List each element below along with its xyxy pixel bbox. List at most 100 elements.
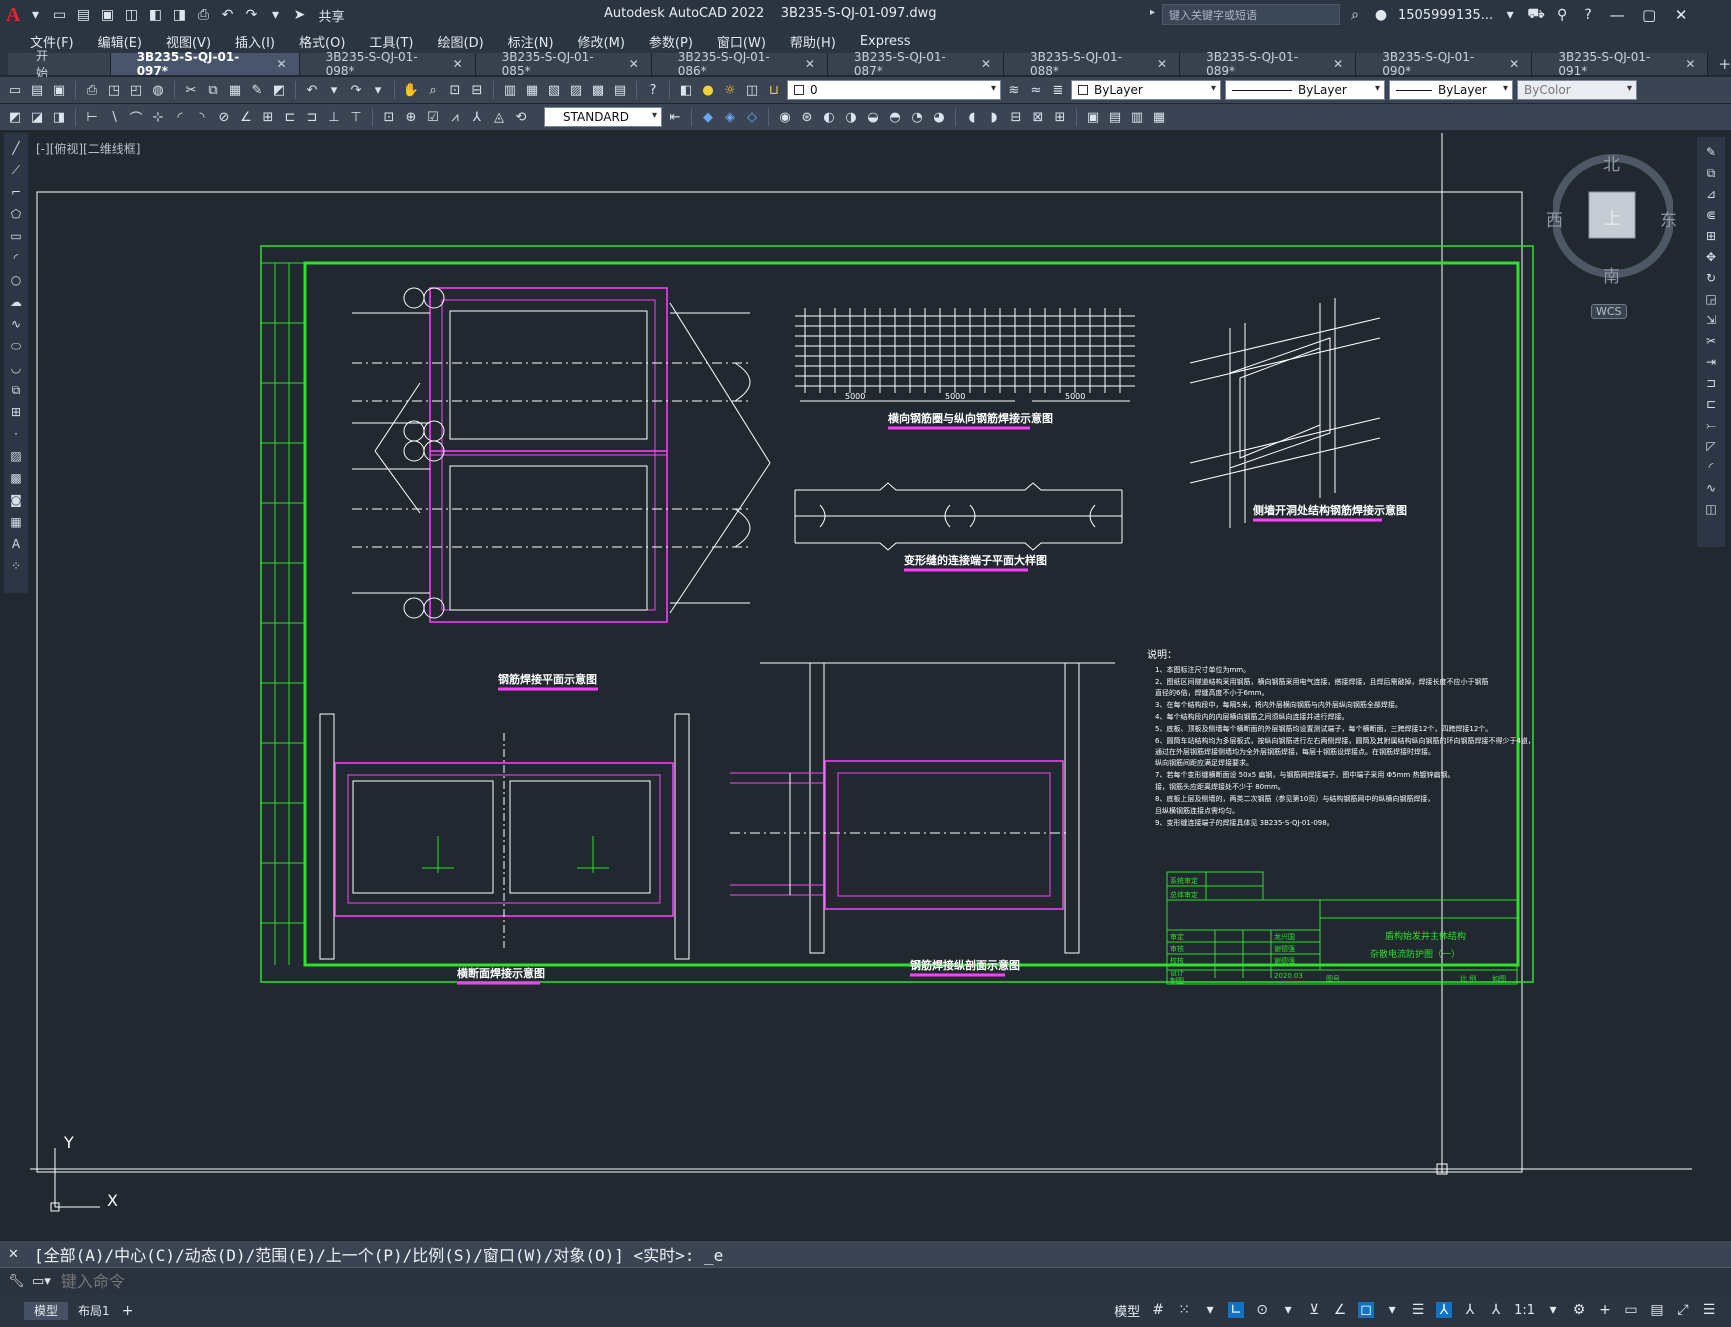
viewcube-east[interactable]: 东 (1660, 206, 1677, 231)
new-tab-icon[interactable]: + (1718, 55, 1731, 73)
drawing-viewport[interactable]: Y X 钢筋焊接平面示意图 5000 5000 5000 横向钢筋圈与纵向钢筋焊… (30, 133, 1692, 1231)
gradient-icon[interactable]: ▩ (7, 469, 25, 487)
copy-icon[interactable]: ⧉ (204, 81, 222, 99)
open-web-icon[interactable]: ◧ (146, 6, 164, 24)
diameter-icon[interactable]: ⊘ (215, 108, 233, 126)
color-dropdown[interactable]: ByLayer ▾ (1071, 80, 1221, 100)
tool-icon[interactable]: ◕ (930, 108, 948, 126)
command-prompt-icon[interactable]: ▭▾ (32, 1274, 51, 1289)
hatch-icon[interactable]: ▨ (7, 447, 25, 465)
text-style-dropdown[interactable]: STANDARD ▾ (544, 107, 662, 127)
spline-icon[interactable]: ∿ (7, 315, 25, 333)
tolerance-icon[interactable]: ⊡ (380, 108, 398, 126)
user-icon[interactable]: ● (1372, 6, 1390, 24)
dropdown-arrow-icon[interactable]: ▾ (26, 6, 44, 24)
line-icon[interactable]: ╱ (7, 139, 25, 157)
customize-arrow-icon[interactable]: ▾ (266, 6, 284, 24)
minimize-icon[interactable]: — (1605, 6, 1629, 24)
3d-print-icon[interactable]: ◍ (149, 81, 167, 99)
search-expand-icon[interactable]: ▸ (1150, 7, 1155, 18)
zoom-previous-icon[interactable]: ⊟ (468, 81, 486, 99)
tab-close-icon[interactable]: ✕ (277, 57, 287, 71)
help-icon[interactable]: ? (644, 81, 662, 99)
pan-icon[interactable]: ✋ (402, 81, 420, 99)
viewport-controls-label[interactable]: [-][俯视][二维线框] (36, 140, 140, 157)
autodesk-a360-icon[interactable]: ⚲ (1553, 6, 1571, 24)
viewcube-north[interactable]: 北 (1603, 150, 1620, 175)
move-icon[interactable]: ✥ (1702, 248, 1720, 266)
osnap-dropdown-icon[interactable]: ▾ (1384, 1302, 1400, 1318)
linear-dimension-icon[interactable]: ⊢ (83, 108, 101, 126)
design-center-icon[interactable]: ▦ (523, 81, 541, 99)
construction-line-icon[interactable]: ⟋ (7, 161, 25, 179)
circle-icon[interactable]: ○ (7, 271, 25, 289)
make-block-icon[interactable]: ⊞ (7, 403, 25, 421)
radius-icon[interactable]: ◜ (171, 108, 189, 126)
jogged-linear-icon[interactable]: ⩘ (446, 108, 464, 126)
layer-properties-icon[interactable]: ◧ (677, 81, 695, 99)
zoom-window-icon[interactable]: ⊡ (446, 81, 464, 99)
layer-dropdown[interactable]: 0 ▾ (787, 80, 1001, 100)
blend-curves-icon[interactable]: ∿ (1702, 479, 1720, 497)
paste-icon[interactable]: ▦ (226, 81, 244, 99)
clean-screen-icon[interactable]: ⤢ (1675, 1302, 1691, 1318)
dim-update-icon[interactable]: ⟲ (512, 108, 530, 126)
wcs-menu[interactable]: WCS (1591, 304, 1627, 319)
tab-close-icon[interactable]: ✕ (629, 57, 639, 71)
layer-match-icon[interactable]: ≣ (1049, 81, 1067, 99)
tool-icon[interactable]: ◐ (820, 108, 838, 126)
array-icon[interactable]: ⊞ (1702, 227, 1720, 245)
revcloud-icon[interactable]: ☁ (7, 293, 25, 311)
zoom-realtime-icon[interactable]: ⌕ (424, 81, 442, 99)
tab-start[interactable]: 开始 (8, 49, 111, 80)
annotation-scale-icon[interactable]: ⅄ (1488, 1302, 1504, 1318)
layer-lock-icon[interactable]: ⊔ (765, 81, 783, 99)
new-icon[interactable]: ▭ (6, 81, 24, 99)
model-space-button[interactable]: 模型 (1114, 1301, 1140, 1320)
tool-icon[interactable]: ◓ (886, 108, 904, 126)
tool-icon[interactable]: ◇ (743, 108, 761, 126)
units-icon[interactable]: ▭ (1623, 1302, 1639, 1318)
tool-icon[interactable]: ▤ (1106, 108, 1124, 126)
save-icon[interactable]: ▣ (50, 81, 68, 99)
dim-space-icon[interactable]: ⊥ (325, 108, 343, 126)
cart-icon[interactable]: ⛟ (1527, 6, 1545, 24)
share-icon[interactable]: ➤ (290, 6, 308, 24)
plotstyle-dropdown[interactable]: ByColor ▾ (1517, 80, 1637, 100)
aligned-dimension-icon[interactable]: ∖ (105, 108, 123, 126)
tab-close-icon[interactable]: ✕ (1685, 57, 1695, 71)
annotation-visibility-icon[interactable]: ⅄ (1436, 1302, 1453, 1318)
erase-icon[interactable]: ✎ (1702, 143, 1720, 161)
redo-icon[interactable]: ↷ (242, 6, 260, 24)
lineweight-dropdown[interactable]: ByLayer ▾ (1389, 80, 1513, 100)
user-name[interactable]: 1505999135... (1398, 8, 1493, 23)
help-search-input[interactable]: 键入关键字或短语 (1162, 4, 1340, 25)
menu-view[interactable]: 视图(V) (154, 32, 223, 51)
tab-document[interactable]: 3B235-S-QJ-01-090* ✕ (1356, 50, 1533, 78)
layout-tab-model[interactable]: 模型 (24, 1301, 69, 1320)
wrench-icon[interactable]: 🔧︎ (8, 1274, 25, 1289)
help-icon[interactable]: ? (1579, 6, 1597, 24)
menu-draw[interactable]: 绘图(D) (426, 32, 496, 51)
tool-icon[interactable]: ⊞ (1051, 108, 1069, 126)
tool-icon[interactable]: ▣ (1084, 108, 1102, 126)
menu-parametric[interactable]: 参数(P) (637, 32, 705, 51)
dim-break-icon[interactable]: ⊤ (347, 108, 365, 126)
annotation-scale-value[interactable]: 1:1 (1514, 1303, 1535, 1318)
tool-icon[interactable]: ◑ (842, 108, 860, 126)
menu-dimension[interactable]: 标注(N) (496, 32, 566, 51)
linetype-dropdown[interactable]: ByLayer ▾ (1225, 80, 1385, 100)
snap-dropdown-icon[interactable]: ▾ (1202, 1302, 1218, 1318)
snap-icon[interactable]: ⁙ (1176, 1302, 1192, 1318)
tab-document[interactable]: 3B235-S-QJ-01-085* ✕ (475, 50, 652, 78)
join-icon[interactable]: ⤚ (1702, 416, 1720, 434)
baseline-icon[interactable]: ⊏ (281, 108, 299, 126)
tool-icon[interactable]: ▥ (1128, 108, 1146, 126)
arc-length-icon[interactable]: ⌒ (127, 108, 145, 127)
markup-icon[interactable]: ▩ (589, 81, 607, 99)
polygon-icon[interactable]: ⬠ (7, 205, 25, 223)
menu-window[interactable]: 窗口(W) (705, 32, 778, 51)
new-file-icon[interactable]: ▭ (50, 6, 68, 24)
ordinate-icon[interactable]: ⊹ (149, 108, 167, 126)
tab-document[interactable]: 3B235-S-QJ-01-087* ✕ (827, 50, 1004, 78)
